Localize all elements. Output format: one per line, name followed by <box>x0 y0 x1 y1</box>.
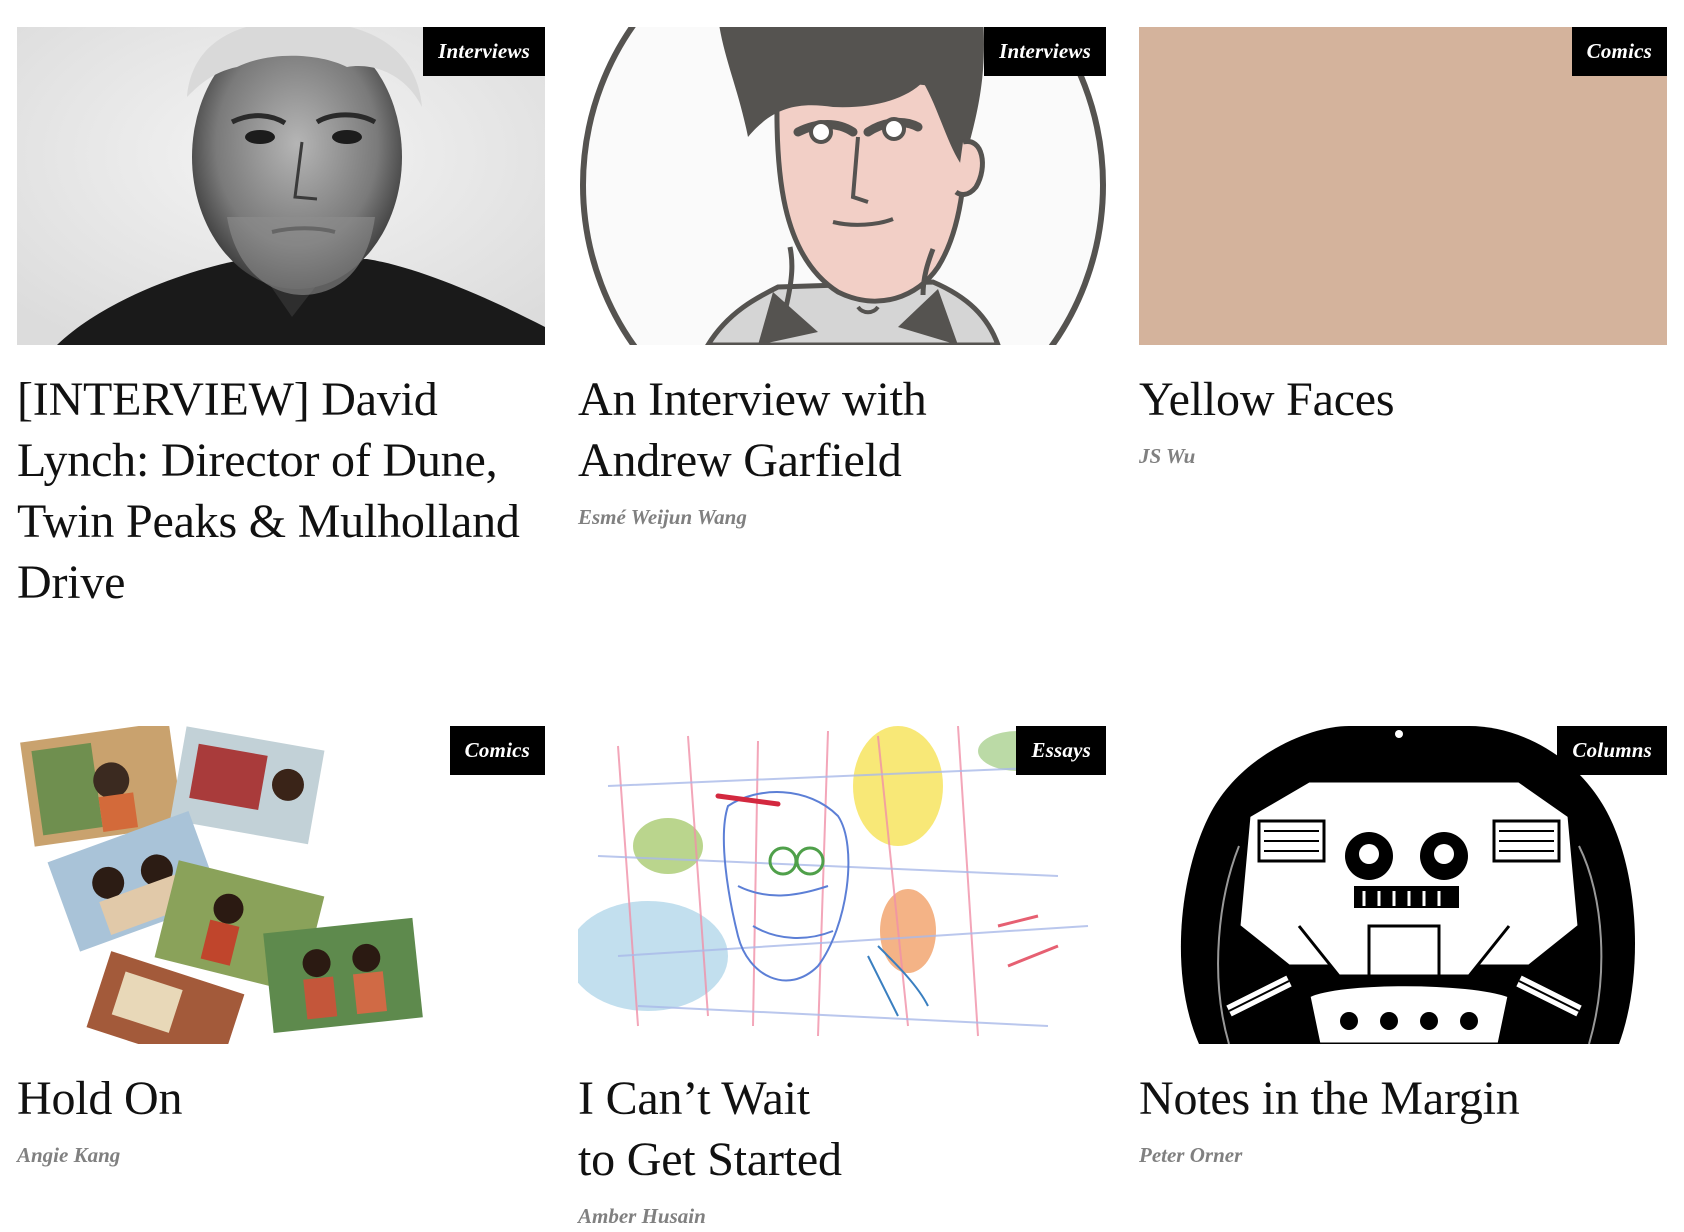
article-title[interactable]: An Interview with Andrew Garfield <box>578 369 1106 491</box>
article-author[interactable]: Peter Orner <box>1139 1143 1667 1168</box>
article-title[interactable]: [INTERVIEW] David Lynch: Director of Dun… <box>17 369 545 613</box>
article-title[interactable]: Notes in the Margin <box>1139 1068 1667 1129</box>
category-badge[interactable]: Essays <box>1016 726 1106 775</box>
article-card-i-cant-wait[interactable]: Essays I Can’t Wait to Get Started Amber… <box>578 726 1106 1232</box>
category-badge[interactable]: Comics <box>1571 27 1667 76</box>
article-author[interactable]: Amber Husain <box>578 1204 1106 1229</box>
article-thumbnail-image[interactable]: Interviews <box>17 27 545 345</box>
category-badge[interactable]: Interviews <box>423 27 545 76</box>
article-thumbnail-image[interactable]: Comics <box>17 726 545 1044</box>
article-title[interactable]: Yellow Faces <box>1139 369 1667 430</box>
article-card-notes-in-the-margin[interactable]: Columns Notes in the Margin Peter Orner <box>1139 726 1667 1232</box>
article-card-yellow-faces[interactable]: Comics Yellow Faces JS Wu <box>1139 27 1667 726</box>
article-title-line: An Interview with <box>578 373 927 426</box>
category-badge[interactable]: Comics <box>449 726 545 775</box>
category-badge[interactable]: Interviews <box>984 27 1106 76</box>
article-title[interactable]: I Can’t Wait to Get Started <box>578 1068 1106 1190</box>
article-card-andrew-garfield[interactable]: Interviews An Interview with Andrew Garf… <box>578 27 1106 726</box>
article-title-line: I Can’t Wait <box>578 1072 810 1125</box>
article-thumbnail-image[interactable]: Essays <box>578 726 1106 1044</box>
article-thumbnail-image[interactable]: Interviews <box>578 27 1106 345</box>
article-title[interactable]: Hold On <box>17 1068 545 1129</box>
article-author[interactable]: JS Wu <box>1139 444 1667 469</box>
article-author[interactable]: Esmé Weijun Wang <box>578 505 1106 530</box>
article-title-line: Andrew Garfield <box>578 434 902 487</box>
article-grid: Interviews [INTERVIEW] David Lynch: Dire… <box>17 27 1667 1232</box>
article-author[interactable]: Angie Kang <box>17 1143 545 1168</box>
article-thumbnail-image[interactable]: Comics <box>1139 27 1667 345</box>
category-badge[interactable]: Columns <box>1557 726 1667 775</box>
article-thumbnail-image[interactable]: Columns <box>1139 726 1667 1044</box>
article-card-david-lynch[interactable]: Interviews [INTERVIEW] David Lynch: Dire… <box>17 27 545 726</box>
article-title-line: to Get Started <box>578 1133 842 1186</box>
article-card-hold-on[interactable]: Comics Hold On Angie Kang <box>17 726 545 1232</box>
